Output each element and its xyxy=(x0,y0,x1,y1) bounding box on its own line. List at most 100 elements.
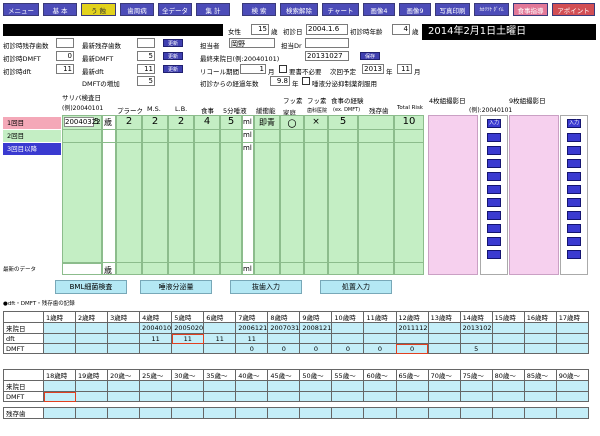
chart-button[interactable]: チャート xyxy=(322,3,359,16)
risk-column[interactable] xyxy=(394,115,424,275)
saliva-column[interactable] xyxy=(220,115,242,275)
appoint-button[interactable]: アポイント xyxy=(552,3,595,16)
staff-dr-field[interactable] xyxy=(305,38,349,48)
dmft-cell[interactable]: 0 xyxy=(267,343,301,354)
dft-cell[interactable] xyxy=(331,333,365,344)
visit-cell[interactable] xyxy=(555,322,590,334)
pic4-import-button-11[interactable] xyxy=(487,250,501,259)
visit-cell[interactable]: 2007031 xyxy=(267,322,301,334)
next-year-field[interactable]: 2013 xyxy=(362,64,384,74)
pic4-import-button-2[interactable] xyxy=(487,133,501,142)
init-dft-field[interactable]: 11 xyxy=(56,64,74,74)
remaining-cell[interactable] xyxy=(523,407,557,419)
visit-bottom-cell[interactable] xyxy=(267,380,301,392)
visit-cell[interactable] xyxy=(42,322,77,334)
remaining-cell[interactable] xyxy=(139,407,173,419)
visit-bottom-cell[interactable] xyxy=(75,380,109,392)
extraction-input-button[interactable]: 抜歯入力 xyxy=(230,280,302,294)
remaining-cell[interactable] xyxy=(331,407,365,419)
dmft-cell[interactable] xyxy=(203,343,237,354)
next-month-field[interactable]: 11 xyxy=(397,64,412,74)
remaining-cell[interactable] xyxy=(171,407,205,419)
save-button[interactable]: 保存 xyxy=(360,52,380,60)
dmft-bottom-cell[interactable] xyxy=(203,391,237,402)
dmft-cell[interactable] xyxy=(523,343,557,354)
first-visit-age-field[interactable]: 4 xyxy=(392,24,410,35)
dft-cell[interactable] xyxy=(267,333,301,344)
pic4-import-button-1[interactable]: 入力 xyxy=(487,119,501,128)
ms-column[interactable] xyxy=(142,115,168,275)
dft-cell[interactable] xyxy=(363,333,397,344)
bml-test-button[interactable]: BML細菌検査 xyxy=(55,280,127,294)
row1-date-field[interactable]: 20040322 xyxy=(64,117,101,127)
remaining-cell[interactable] xyxy=(235,407,269,419)
visit-cell[interactable]: 2008121 xyxy=(299,322,333,334)
remaining-cell[interactable] xyxy=(267,407,301,419)
pic9-import-button-6[interactable] xyxy=(567,185,581,194)
total-button[interactable]: 集 計 xyxy=(196,3,230,16)
treatment-input-button[interactable]: 処置入力 xyxy=(320,280,392,294)
dmft-bottom-cell[interactable] xyxy=(555,391,590,402)
visit-cell[interactable] xyxy=(491,322,525,334)
remaining-cell[interactable] xyxy=(363,407,397,419)
dmft-bottom-cell[interactable] xyxy=(395,391,429,402)
dft-cell[interactable] xyxy=(459,333,493,344)
visit-bottom-cell[interactable] xyxy=(523,380,557,392)
init-dmft-field[interactable]: 0 xyxy=(56,51,74,61)
dmft-bottom-cell[interactable] xyxy=(171,391,205,402)
dft-cell[interactable] xyxy=(555,333,590,344)
dmft-cell[interactable] xyxy=(75,343,109,354)
dmft-cell[interactable]: 0 xyxy=(363,343,397,354)
pic4-import-button-4[interactable] xyxy=(487,159,501,168)
dmft-bottom-cell[interactable] xyxy=(331,391,365,402)
remaining-cell[interactable] xyxy=(395,407,429,419)
dft-cell[interactable] xyxy=(491,333,525,344)
dft-cell[interactable] xyxy=(75,333,109,344)
visit-bottom-cell[interactable] xyxy=(459,380,493,392)
visit-bottom-cell[interactable] xyxy=(331,380,365,392)
dft-cell[interactable]: 11 xyxy=(139,333,173,344)
remaining-cell[interactable] xyxy=(75,407,109,419)
dmft-cell[interactable] xyxy=(491,343,525,354)
latest-remaining-field[interactable] xyxy=(137,38,155,48)
pic9-import-button-1[interactable]: 入力 xyxy=(567,119,581,128)
remaining-cell[interactable] xyxy=(555,407,590,419)
dmft-bottom-cell[interactable] xyxy=(107,391,141,402)
fluor-home-column[interactable] xyxy=(280,115,304,275)
dmft-cell[interactable] xyxy=(139,343,173,354)
dmft-bottom-cell[interactable] xyxy=(491,391,525,402)
visit-cell[interactable]: 2006121 xyxy=(235,322,269,334)
visit-cell[interactable]: 2013102 xyxy=(459,322,493,334)
dft-cell[interactable] xyxy=(427,333,461,344)
all-data-button[interactable]: 全データ xyxy=(158,3,192,16)
dmft-bottom-cell[interactable] xyxy=(427,391,461,402)
dmft-increase-field[interactable]: 5 xyxy=(137,76,155,86)
elapsed-field[interactable]: 9.8 xyxy=(270,76,290,86)
visit-cell[interactable]: 2004010 xyxy=(139,322,173,334)
dft-cell[interactable] xyxy=(523,333,557,344)
pic4-import-button-10[interactable] xyxy=(487,237,501,246)
pic9-import-button-5[interactable] xyxy=(567,172,581,181)
meals-column[interactable] xyxy=(194,115,220,275)
recall-field[interactable]: 1 xyxy=(240,64,266,74)
dmft-bottom-cell[interactable] xyxy=(139,391,173,402)
age-field[interactable]: 15 xyxy=(251,24,269,35)
pic4-import-button-3[interactable] xyxy=(487,146,501,155)
visit-bottom-cell[interactable] xyxy=(42,380,77,392)
pic9-import-button-10[interactable] xyxy=(567,237,581,246)
lb-column[interactable] xyxy=(168,115,194,275)
dmft-bottom-cell[interactable] xyxy=(363,391,397,402)
visit-bottom-cell[interactable] xyxy=(171,380,205,392)
remaining-cell[interactable] xyxy=(299,407,333,419)
pic9-import-button-4[interactable] xyxy=(567,159,581,168)
no-recall-checkbox[interactable] xyxy=(279,65,287,73)
photo-print-button[interactable]: 写真印刷 xyxy=(435,3,470,16)
latest-dmft-field[interactable]: 5 xyxy=(137,51,155,61)
pic9-import-button-8[interactable] xyxy=(567,211,581,220)
visit-cell[interactable] xyxy=(523,322,557,334)
visit-bottom-cell[interactable] xyxy=(235,380,269,392)
remaining-cell[interactable] xyxy=(491,407,525,419)
visit-bottom-cell[interactable] xyxy=(555,380,590,392)
dmft-cell[interactable] xyxy=(107,343,141,354)
fluoride-checkbox[interactable] xyxy=(302,77,310,85)
